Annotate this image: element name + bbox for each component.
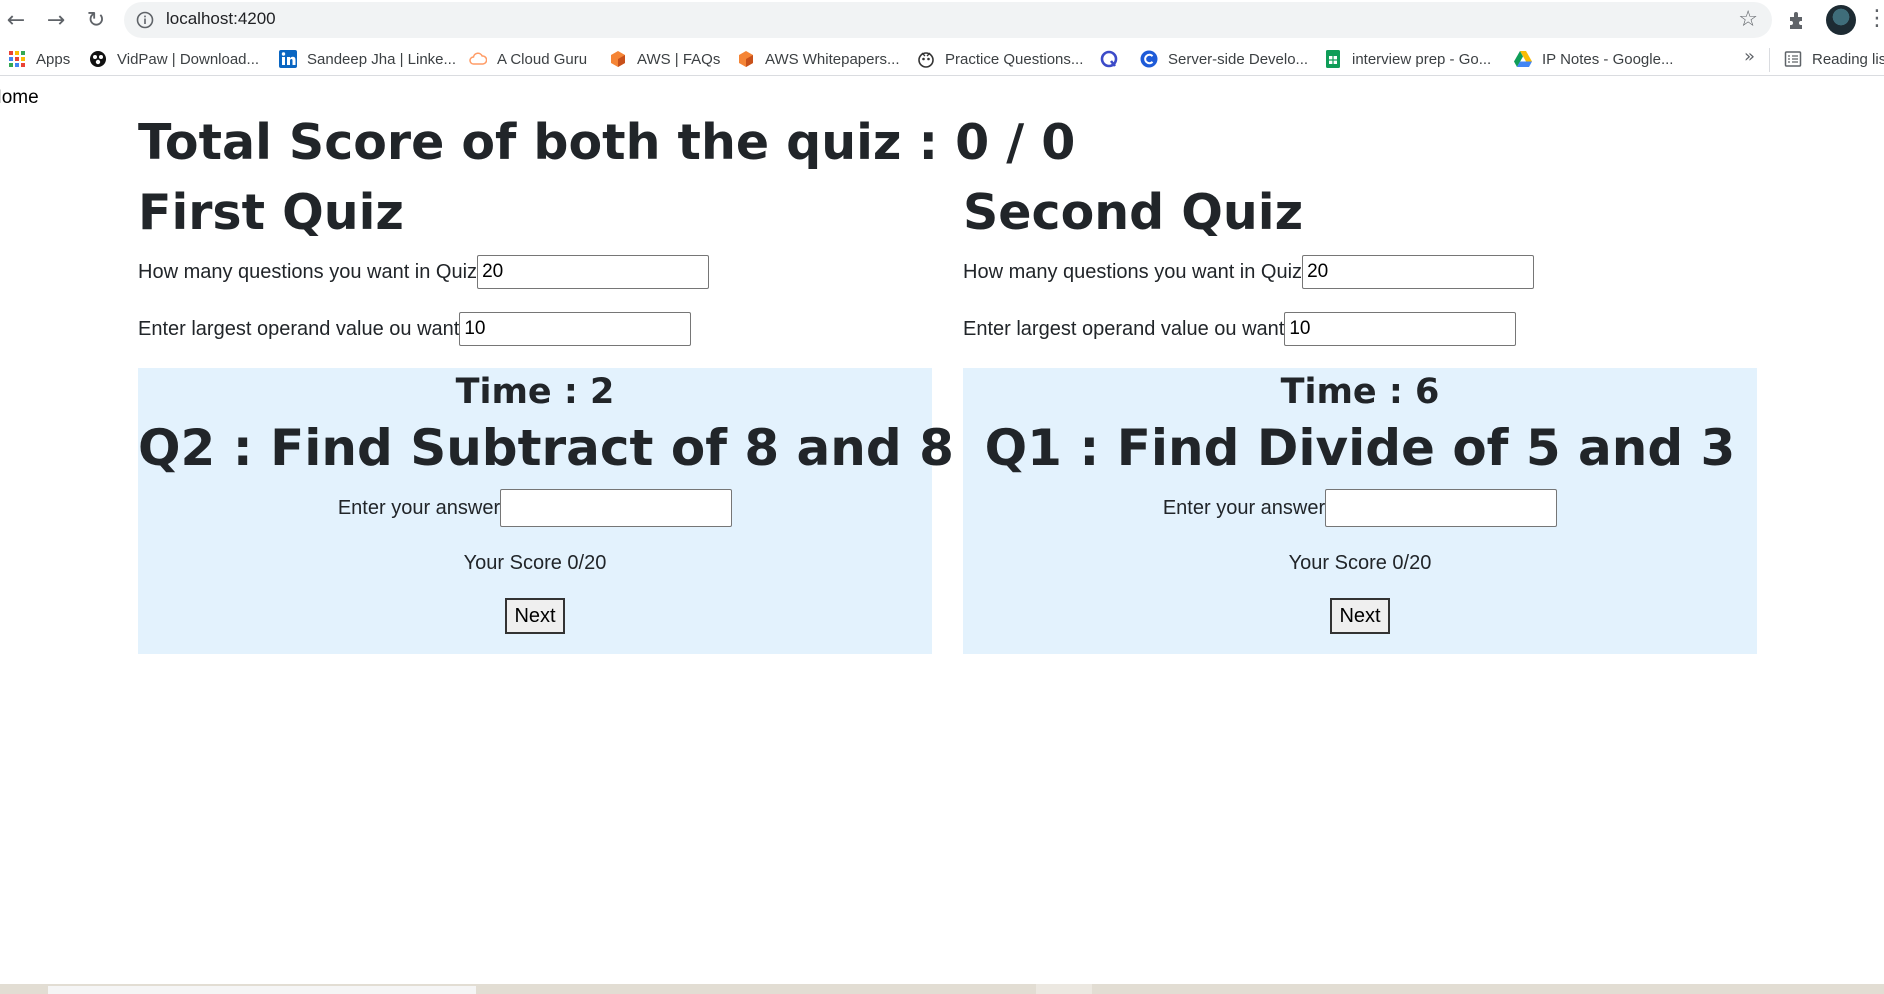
timer: Time : 6 [1280,372,1440,412]
address-bar[interactable]: localhost:4200 ☆ [124,2,1772,38]
first-quiz-title: First Quiz [138,184,404,241]
score-text: Your Score 0/20 [463,552,607,574]
second-quiz-title: Second Quiz [963,184,1304,241]
apps-grid-icon [9,51,25,67]
questions-count-label: How many questions you want in Quiz [138,260,478,283]
answer-label: Enter your answer [1162,496,1326,519]
questions-count-input[interactable] [1302,255,1535,289]
bookmark-q[interactable] [1100,47,1128,71]
bookmarks-divider [1769,48,1770,72]
cloud-icon [469,52,487,65]
profile-avatar[interactable] [1826,5,1856,35]
bookmark-label: IP Notes - Google... [1542,50,1674,68]
reload-icon[interactable]: ↻ [82,6,110,34]
next-button[interactable]: Next [505,598,565,634]
bookmark-label: AWS | FAQs [637,50,721,68]
bookmark-apps[interactable]: Apps [8,47,70,71]
next-button[interactable]: Next [1330,598,1390,634]
browser-menu-icon[interactable]: ⋮ [1866,8,1884,30]
bookmark-aws-whitepapers[interactable]: AWS Whitepapers... [737,47,900,71]
question-text: Q2 : Find Subtract of 8 and 8 [138,419,954,477]
site-info-icon[interactable] [136,11,154,29]
bookmark-aws-faqs[interactable]: AWS | FAQs [609,47,720,71]
taskbar-search-box[interactable] [48,986,476,994]
q-logo-icon [1100,50,1118,68]
drive-icon [1514,51,1532,67]
forward-arrow-icon[interactable]: → [42,6,70,34]
aws-cube-icon [739,51,753,67]
questions-count-label: How many questions you want in Quiz [963,260,1303,283]
bookmark-practice-questions[interactable]: Practice Questions... [917,47,1083,71]
bookmarks-bar: Apps VidPaw | Download... Sandeep Jha | … [0,43,1884,76]
question-text: Q1 : Find Divide of 5 and 3 [984,419,1736,477]
bookmark-label: Practice Questions... [945,50,1084,68]
first-quiz-questions-row: How many questions you want in Quiz [138,253,710,291]
answer-label: Enter your answer [337,496,501,519]
largest-operand-input[interactable] [1284,312,1517,346]
browser-toolbar: ← → ↻ localhost:4200 ☆ ⋮ [0,0,1884,40]
home-link-label[interactable]: Home [0,87,39,108]
largest-operand-input[interactable] [459,312,692,346]
largest-operand-label: Enter largest operand value ou want [138,317,460,340]
os-taskbar [0,984,1884,994]
aws-cube-icon [611,51,625,67]
bookmark-label: AWS Whitepapers... [765,50,900,68]
bookmark-linkedin[interactable]: Sandeep Jha | Linke... [279,47,456,71]
answer-row: Enter your answer [963,489,1757,527]
c-logo-icon [1140,50,1158,68]
second-quiz-questions-row: How many questions you want in Quiz [963,253,1535,291]
first-quiz-panel: Time : 2 Q2 : Find Subtract of 8 and 8 E… [138,368,954,654]
reading-list-label: Reading list [1812,50,1884,68]
reading-list[interactable]: Reading list [1784,47,1884,71]
bookmark-server-side[interactable]: Server-side Develo... [1140,47,1308,71]
bookmark-star-icon[interactable]: ☆ [1738,7,1758,32]
bookmark-label: interview prep - Go... [1352,50,1492,68]
bookmark-label: Server-side Develo... [1168,50,1309,68]
vidpaw-icon [90,51,106,67]
second-quiz-panel: Time : 6 Q1 : Find Divide of 5 and 3 Ent… [963,368,1757,654]
bookmark-label: Apps [36,50,71,68]
answer-row: Enter your answer [138,489,932,527]
bookmark-vidpaw[interactable]: VidPaw | Download... [89,47,259,71]
practice-icon [918,52,934,68]
bookmark-interview-prep[interactable]: interview prep - Go... [1324,47,1491,71]
answer-input[interactable] [500,489,733,527]
answer-input[interactable] [1325,489,1558,527]
questions-count-input[interactable] [477,255,710,289]
home-link[interactable]: Home [0,87,42,109]
timer: Time : 2 [455,372,615,412]
reading-list-icon [1784,51,1802,67]
url-text[interactable]: localhost:4200 [166,9,276,29]
total-score-heading: Total Score of both the quiz : 0 / 0 [138,114,1076,171]
bookmark-a-cloud-guru[interactable]: A Cloud Guru [469,47,587,71]
bookmark-label: VidPaw | Download... [117,50,260,68]
taskbar-button[interactable] [1036,984,1092,994]
bookmark-label: A Cloud Guru [497,50,588,68]
more-bookmarks-chevron[interactable]: » [1744,46,1755,67]
bookmark-label: Sandeep Jha | Linke... [307,50,457,68]
largest-operand-label: Enter largest operand value ou want [963,317,1285,340]
second-quiz-operand-row: Enter largest operand value ou want [963,310,1517,348]
first-quiz-operand-row: Enter largest operand value ou want [138,310,692,348]
linkedin-icon [279,50,297,68]
sheets-icon [1326,50,1340,68]
bookmark-ip-notes[interactable]: IP Notes - Google... [1514,47,1673,71]
back-arrow-icon[interactable]: ← [2,6,30,34]
extensions-puzzle-icon[interactable] [1786,8,1810,32]
score-text: Your Score 0/20 [1288,552,1432,574]
